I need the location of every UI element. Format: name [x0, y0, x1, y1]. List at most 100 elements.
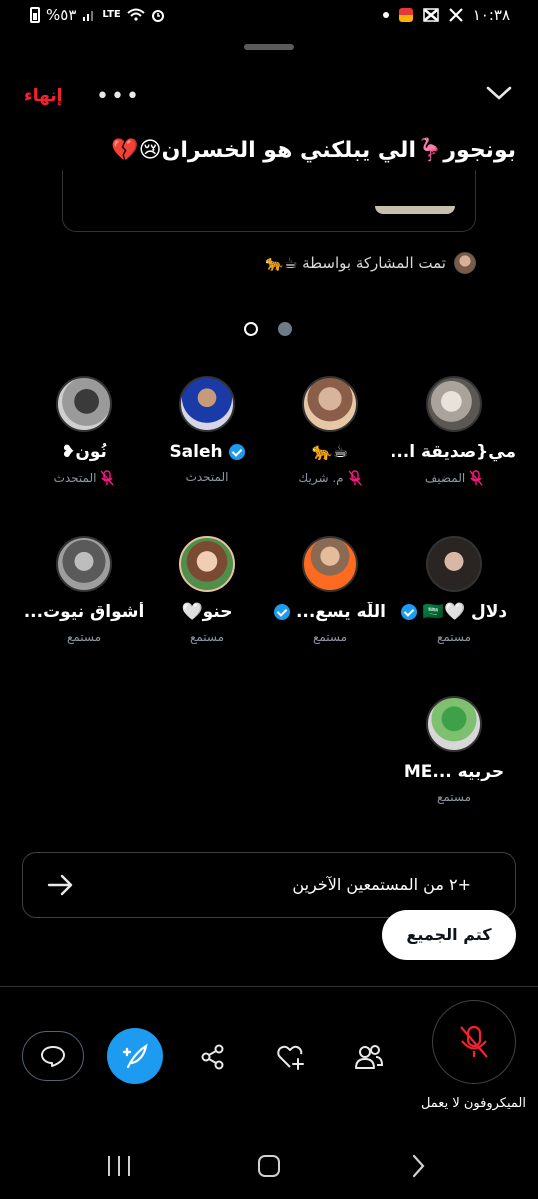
avatar: [56, 376, 112, 432]
toolbar-divider: [0, 986, 538, 987]
participant-role-row: المتحدث: [22, 470, 146, 486]
participant-cohost[interactable]: ☕🐆 م. شريك: [268, 376, 392, 506]
participant-name: نُون❥: [61, 442, 107, 462]
participant-role-row: مستمع: [145, 630, 269, 644]
people-icon: [355, 1045, 384, 1069]
card-media-thumbnail: [375, 206, 455, 214]
arrow-right-icon: [47, 873, 75, 901]
share-icon: [201, 1044, 224, 1070]
participants-button[interactable]: [352, 1040, 386, 1074]
shared-by-text: تمت المشاركة بواسطة ☕🐆: [265, 254, 446, 272]
verified-badge-icon: [274, 604, 291, 620]
participant-role: المتحدث: [185, 470, 229, 484]
more-listeners-label: +٢ من المستمعين الآخرين: [292, 875, 471, 894]
avatar: [302, 536, 358, 592]
shared-by-row: تمت المشاركة بواسطة ☕🐆: [265, 252, 476, 274]
space-header: إنهاء •••: [0, 80, 538, 114]
participant-name: حربيه ...ME: [403, 762, 505, 782]
participant-role: مستمع: [189, 630, 225, 644]
back-chevron-icon: [412, 1154, 425, 1178]
page-indicator: [244, 322, 292, 336]
participant-role: المضيف: [424, 471, 466, 485]
mic-off-icon: [469, 470, 483, 486]
participant-role-row: المضيف: [392, 470, 516, 486]
sharer-avatar: [454, 252, 476, 274]
participant-listener[interactable]: حربيه ...ME مستمع: [392, 696, 516, 826]
end-space-button[interactable]: إنهاء: [24, 86, 63, 106]
home-button[interactable]: [256, 1154, 282, 1182]
recent-apps-icon: [108, 1156, 130, 1176]
participant-role: المتحدث: [53, 471, 97, 485]
mute-all-button[interactable]: كتم الجميع: [382, 910, 516, 960]
participant-speaker-noon[interactable]: نُون❥ المتحدث: [22, 376, 146, 506]
shared-tweet-card[interactable]: [62, 170, 476, 232]
sheet-grab-handle[interactable]: [244, 44, 294, 50]
participant-name-row: دلال 🤍🇸🇦: [392, 602, 516, 622]
status-bar: %٥٣ LTE ١٠:٣٨: [0, 0, 538, 36]
mic-off-icon: [348, 470, 362, 486]
participant-role-row: مستمع: [268, 630, 392, 644]
avatar: [56, 536, 112, 592]
page-dot-1[interactable]: [244, 322, 258, 336]
participant-speaker-saleh[interactable]: Saleh المتحدث: [145, 376, 269, 506]
participant-role: مستمع: [66, 630, 102, 644]
participant-name: حنو🤍: [181, 602, 233, 622]
share-button[interactable]: [196, 1040, 230, 1074]
back-button[interactable]: [408, 1154, 428, 1182]
chevron-down-icon: [486, 86, 512, 100]
avatar: [426, 376, 482, 432]
participant-role: م. شريك: [298, 471, 344, 485]
more-options-button[interactable]: •••: [96, 84, 141, 109]
avatar: [179, 376, 235, 432]
page-dot-2[interactable]: [278, 322, 292, 336]
battery-icon: [30, 7, 40, 23]
system-navigation-bar: [0, 1148, 538, 1188]
participant-listener[interactable]: حنو🤍 مستمع: [145, 536, 269, 666]
participant-name: دلال 🤍🇸🇦: [422, 602, 508, 622]
wifi-icon: [127, 8, 145, 21]
avatar: [426, 696, 482, 752]
participant-role: مستمع: [436, 790, 472, 804]
home-icon: [258, 1155, 280, 1177]
chat-button[interactable]: [22, 1031, 84, 1081]
network-type: LTE: [102, 9, 121, 20]
mic-status-label: الميكروفون لا يعمل: [420, 1096, 526, 1111]
participant-listener[interactable]: أشواق نيوت... مستمع: [22, 536, 146, 666]
participant-name: أشواق نيوت...: [23, 602, 145, 622]
participant-name-row: اللّه يسع...: [268, 602, 392, 622]
avatar: [179, 536, 235, 592]
participant-role-row: م. شريك: [268, 470, 392, 486]
space-title: بونجور🦩الي يبلكني هو الخسران😢💔: [111, 138, 516, 163]
participant-role: مستمع: [436, 630, 472, 644]
participant-listener[interactable]: دلال 🤍🇸🇦 مستمع: [392, 536, 516, 666]
more-listeners-row[interactable]: +٢ من المستمعين الآخرين: [22, 852, 516, 918]
participant-name: Saleh: [169, 442, 223, 462]
status-left: %٥٣ LTE: [30, 6, 165, 24]
signal-icon: [83, 11, 94, 21]
avatar: [426, 536, 482, 592]
participant-listener[interactable]: اللّه يسع... مستمع: [268, 536, 392, 666]
compose-feather-icon: [122, 1043, 148, 1069]
participant-role-row: المتحدث: [145, 470, 269, 484]
compose-button[interactable]: [107, 1028, 163, 1084]
battery-level: %٥٣: [46, 6, 77, 24]
participant-name: اللّه يسع...: [295, 602, 386, 622]
collapse-button[interactable]: [486, 84, 512, 106]
chat-bubble-icon: [41, 1046, 65, 1067]
react-button[interactable]: [274, 1040, 308, 1074]
mic-off-icon: [100, 470, 114, 486]
avatar: [302, 376, 358, 432]
heart-plus-icon: [277, 1045, 304, 1070]
microphone-toggle-button[interactable]: [432, 1000, 516, 1084]
status-right: ١٠:٣٨: [382, 6, 510, 24]
participant-role-row: مستمع: [22, 630, 146, 644]
participant-role-row: مستمع: [392, 630, 516, 644]
participant-name: ☕🐆: [311, 442, 349, 462]
recent-apps-button[interactable]: [106, 1154, 132, 1182]
alarm-icon: [151, 10, 164, 22]
participant-host[interactable]: مي{صديقة ا... المضيف: [392, 376, 516, 506]
clock: ١٠:٣٨: [472, 6, 510, 24]
mic-off-icon: [460, 1025, 488, 1058]
notification-dot-icon: [382, 12, 389, 18]
participant-role: مستمع: [312, 630, 348, 644]
